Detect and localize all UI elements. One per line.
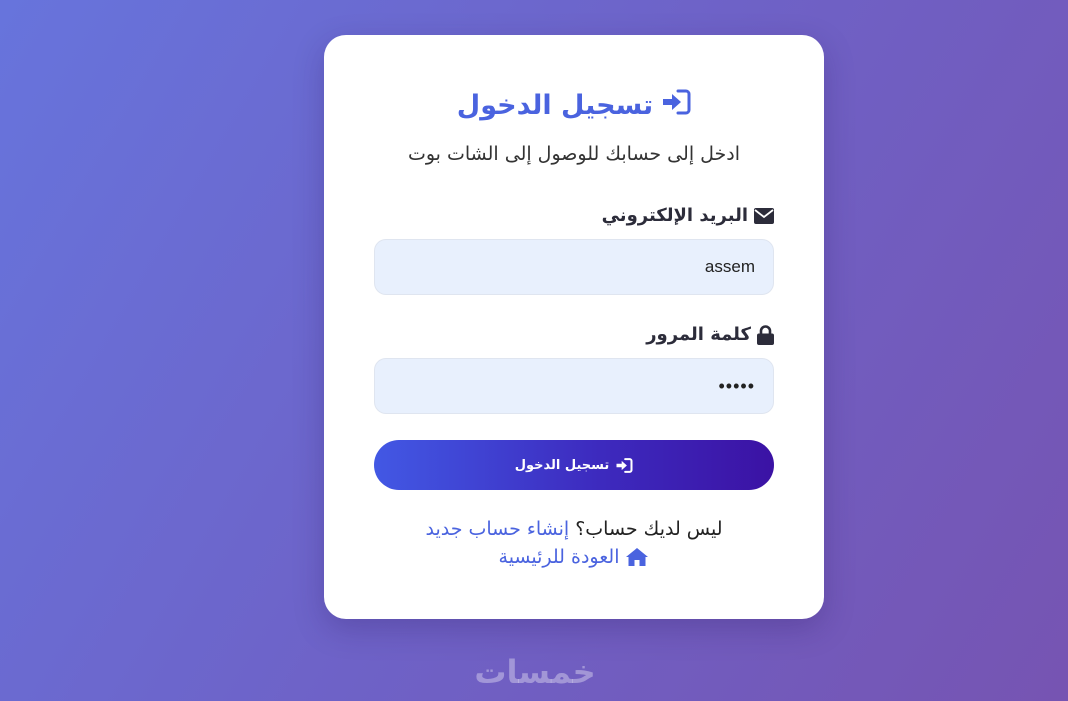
email-field[interactable] [374,239,774,295]
envelope-icon [754,208,774,224]
watermark-logo: خمسات [474,653,596,691]
lock-icon [757,325,774,345]
login-subtitle: ادخل إلى حسابك للوصول إلى الشات بوت [407,143,741,165]
register-prompt: ليس لديك حساب؟ إنشاء حساب جديد [324,515,824,543]
register-link[interactable]: إنشاء حساب جديد [425,518,569,540]
password-label-text: كلمة المرور [646,324,751,345]
sign-in-icon [615,457,633,473]
login-title: تسجيل الدخول [324,87,824,126]
login-title-text: تسجيل الدخول [456,90,654,121]
password-label: كلمة المرور [646,322,774,348]
email-label-text: البريد الإلكتروني [601,205,748,226]
password-field[interactable]: ••••• [374,358,774,414]
home-link-row: العودة للرئيسية [324,543,824,575]
login-card: تسجيل الدخول ادخل إلى حسابك للوصول إلى ا… [324,35,824,619]
home-link[interactable]: العودة للرئيسية [499,543,650,571]
login-submit-button[interactable]: تسجيل الدخول [374,440,774,490]
email-label: البريد الإلكتروني [602,203,774,229]
password-value: ••••• [718,375,755,396]
sign-in-icon [661,88,691,126]
home-icon [625,547,649,567]
no-account-text: ليس لديك حساب؟ [575,518,723,540]
login-submit-label: تسجيل الدخول [514,457,610,473]
home-link-text: العودة للرئيسية [498,546,620,568]
